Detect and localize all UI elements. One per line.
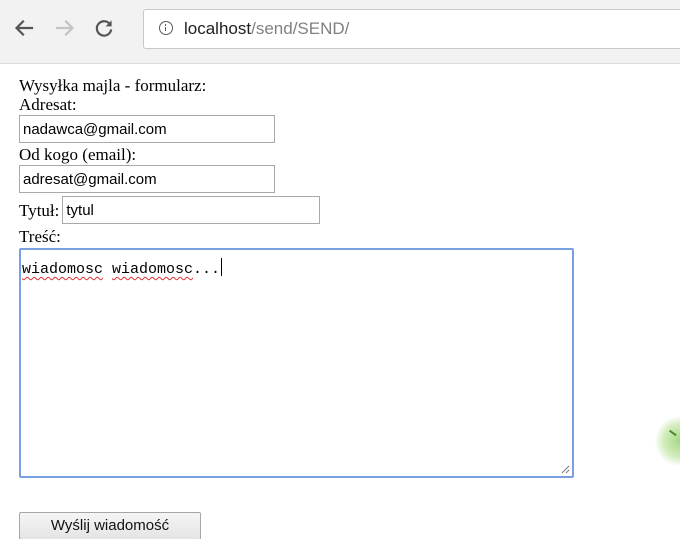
recipient-input[interactable]: nadawca@gmail.com	[19, 115, 275, 143]
url-text: localhost/send/SEND/	[184, 19, 349, 39]
send-button[interactable]: Wyślij wiadomość	[19, 512, 201, 539]
url-host: localhost	[184, 19, 252, 38]
mail-form: Wysyłka majla - formularz: Adresat: nada…	[19, 76, 574, 539]
body-word-2: wiadomosc	[112, 261, 194, 278]
reload-icon	[95, 20, 113, 37]
address-bar[interactable]: localhost/send/SEND/	[143, 9, 680, 49]
url-path: /send/SEND/	[251, 19, 350, 38]
resize-grip-icon[interactable]	[560, 464, 570, 474]
form-heading: Wysyłka majla - formularz:	[19, 76, 207, 95]
title-input[interactable]: tytul	[62, 196, 321, 224]
recipient-label: Adresat:	[19, 95, 77, 114]
info-icon[interactable]	[159, 21, 173, 35]
sender-label: Od kogo (email):	[19, 145, 137, 164]
forward-button[interactable]	[51, 14, 79, 42]
cursor-highlight	[655, 416, 680, 466]
message-textarea[interactable]: wiadomosc wiadomosc...	[19, 248, 574, 478]
title-row: Tytuł: tytul	[19, 195, 574, 225]
browser-toolbar: localhost/send/SEND/	[0, 0, 680, 64]
arrow-right-icon	[55, 19, 75, 37]
sender-input[interactable]: adresat@gmail.com	[19, 165, 275, 193]
title-label: Tytuł:	[19, 200, 60, 220]
arrow-left-icon	[14, 19, 34, 37]
back-button[interactable]	[10, 14, 38, 42]
reload-button[interactable]	[90, 14, 118, 42]
body-tail: ...	[193, 261, 221, 278]
body-word-1: wiadomosc	[22, 261, 104, 278]
text-caret	[221, 258, 223, 276]
body-label: Treść:	[19, 227, 61, 246]
